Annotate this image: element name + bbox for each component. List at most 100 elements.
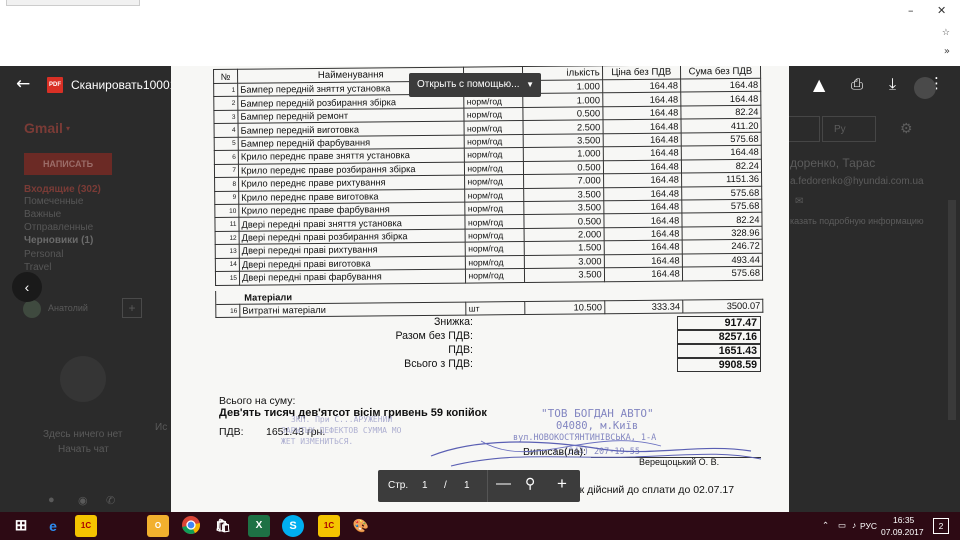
- next-arrow-button[interactable]: [786, 116, 820, 142]
- row-price: 164.48: [603, 253, 683, 268]
- folder-item[interactable]: Входящие (302): [24, 184, 101, 195]
- chrome-icon[interactable]: [180, 515, 202, 537]
- chevron-down-icon: ▼: [526, 80, 534, 89]
- row-price: 164.48: [602, 132, 682, 147]
- bookmark-star-icon[interactable]: ☆: [942, 28, 950, 38]
- row-sum: 493.44: [682, 252, 763, 268]
- paint-icon[interactable]: 🎨: [350, 515, 372, 537]
- folder-item[interactable]: Personal: [24, 249, 63, 260]
- row-unit: норм/год: [465, 214, 524, 229]
- total-label: Всього з ПДВ:: [404, 358, 473, 370]
- row-unit: норм/год: [465, 201, 524, 216]
- zoom-icon[interactable]: ⚲: [525, 476, 535, 492]
- 1c-app-icon[interactable]: 1С: [75, 515, 97, 537]
- folder-item[interactable]: Отправленные: [24, 222, 93, 233]
- row-price: 164.48: [603, 173, 682, 188]
- people-icon[interactable]: ●: [48, 494, 55, 506]
- row-unit: норм/год: [465, 188, 524, 203]
- row-price: 164.48: [604, 267, 683, 282]
- language-select[interactable]: [822, 116, 876, 142]
- stamp-company: "ТОВ БОГДАН АВТО": [541, 407, 654, 420]
- zoom-out-icon[interactable]: —: [496, 475, 511, 492]
- account-name[interactable]: Анатолий: [48, 303, 88, 313]
- outlook-icon[interactable]: О: [147, 515, 169, 537]
- hangouts-icon[interactable]: ◉: [78, 494, 88, 507]
- minimize-button[interactable]: –: [908, 4, 914, 17]
- row-sum: 411.20: [680, 118, 762, 133]
- row-sum: 328.96: [681, 226, 763, 241]
- settings-gear-icon[interactable]: ⚙: [900, 120, 913, 137]
- zoom-in-icon[interactable]: +: [557, 474, 567, 494]
- row-number: 5: [214, 137, 239, 151]
- back-arrow-icon[interactable]: ←: [16, 74, 30, 94]
- row-number: 14: [215, 257, 240, 272]
- edge-icon[interactable]: e: [42, 515, 64, 537]
- row-number: 7: [214, 163, 239, 178]
- details-link[interactable]: казать подробную информацию: [790, 216, 924, 226]
- row-unit: норм/год: [465, 255, 524, 270]
- 1c-app-icon-2[interactable]: 1С: [318, 515, 340, 537]
- previous-file-button[interactable]: ‹: [12, 272, 42, 302]
- tray-expand-icon[interactable]: ⌃: [822, 520, 829, 531]
- row-qty: 7.000: [523, 173, 604, 189]
- folder-item[interactable]: Помеченные: [24, 196, 83, 207]
- compose-button[interactable]: НАПИСАТЬ: [24, 153, 112, 175]
- download-icon[interactable]: ⤓: [889, 74, 896, 94]
- row-price: 164.48: [602, 79, 681, 94]
- notification-count: 2: [938, 521, 944, 531]
- open-with-label: Открыть с помощью...: [417, 79, 520, 90]
- input-language[interactable]: РУС: [860, 521, 877, 531]
- browser-tab[interactable]: [6, 0, 140, 6]
- row-sum: 575.68: [681, 199, 762, 214]
- page-current-input[interactable]: 1: [422, 480, 428, 491]
- scrollbar[interactable]: [948, 200, 956, 420]
- store-icon[interactable]: 🛍: [212, 515, 234, 537]
- add-contact-icon[interactable]: +: [122, 298, 142, 318]
- network-icon[interactable]: ▭: [838, 520, 846, 531]
- row-price: 164.48: [602, 119, 681, 134]
- phone-icon[interactable]: ✆: [106, 494, 115, 507]
- skype-icon[interactable]: S: [282, 515, 304, 537]
- row-price: 164.48: [603, 226, 682, 242]
- total-label: Разом без ПДВ:: [395, 330, 473, 342]
- row-number: 3: [213, 110, 239, 124]
- row-number: 6: [214, 150, 239, 165]
- pdf-file-icon: PDF: [47, 77, 63, 93]
- volume-icon[interactable]: ♪: [852, 520, 856, 530]
- screen: – ✕ ☆ » Gmail ▾ НАПИСАТЬ Входящие (302) П…: [0, 0, 960, 540]
- page-label: Стр.: [388, 480, 409, 491]
- row-number: 8: [214, 177, 239, 191]
- total-value: 1651.43: [677, 344, 761, 358]
- print-icon[interactable]: ⎙: [851, 75, 863, 93]
- row-number: 13: [215, 244, 240, 259]
- row-price: 164.48: [603, 186, 682, 201]
- add-to-drive-icon[interactable]: ▲: [813, 75, 825, 94]
- row-unit: норм/год: [464, 134, 523, 149]
- open-with-button[interactable]: Открыть с помощью... ▼: [409, 73, 541, 97]
- page-separator: /: [444, 480, 447, 491]
- invoice-table: № Найменування ількість Ціна без ПДВ Сум…: [213, 66, 763, 318]
- avatar[interactable]: [914, 77, 936, 99]
- divider: [487, 470, 488, 502]
- row-qty: 1.000: [522, 146, 604, 162]
- start-chat-link[interactable]: Начать чат: [58, 444, 109, 455]
- row-price: 164.48: [602, 92, 681, 107]
- notifications-icon[interactable]: 2: [933, 518, 949, 534]
- row-unit: норм/год: [465, 268, 525, 283]
- clock-date[interactable]: 07.09.2017: [881, 527, 924, 537]
- stamp-note-1: ЗКП. При С...АРУЖЕНИИ: [291, 415, 393, 424]
- total-label: Знижка:: [434, 316, 473, 328]
- windows-start-icon[interactable]: ⊞: [10, 515, 32, 537]
- more-bookmarks-icon[interactable]: »: [944, 46, 950, 57]
- close-window-button[interactable]: ✕: [937, 4, 946, 17]
- clock-time[interactable]: 16:35: [893, 515, 914, 525]
- row-sum: 82.24: [680, 105, 762, 120]
- folder-item[interactable]: Черновики (1): [24, 235, 93, 246]
- row-sum: 82.24: [681, 158, 762, 174]
- excel-icon[interactable]: X: [248, 515, 270, 537]
- folder-item[interactable]: Важные: [24, 209, 61, 220]
- row-sum: 3500.07: [682, 299, 763, 314]
- chevron-left-icon: ‹: [24, 279, 30, 295]
- stamp-note-3: ЖЕТ ИЗМЕНИТЬСЯ.: [281, 437, 354, 446]
- row-price: 164.48: [603, 240, 683, 255]
